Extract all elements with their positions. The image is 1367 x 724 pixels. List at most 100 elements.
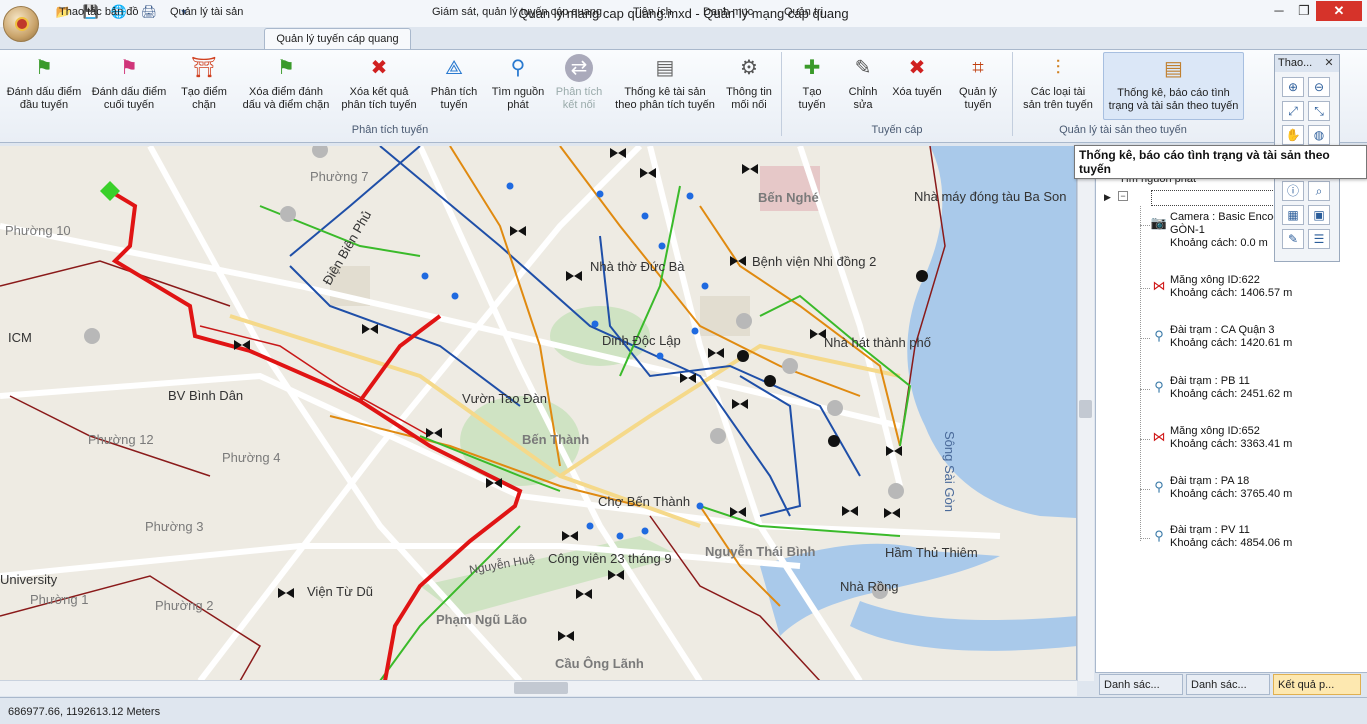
map-label: Nhà máy đóng tàu Ba Son (914, 189, 1067, 204)
app-logo-icon (15, 17, 29, 31)
pan-icon[interactable]: ✋ (1282, 125, 1304, 145)
map-label: Phường 12 (88, 432, 154, 447)
horizontal-scroll-thumb[interactable] (514, 682, 568, 694)
clear-selection-icon[interactable]: ▣ (1308, 205, 1330, 225)
panel-tab-danh-sach-2[interactable]: Danh sác... (1186, 674, 1270, 695)
minimize-button[interactable]: ─ (1268, 1, 1290, 21)
asset-types-icon: ⫶ (1055, 57, 1061, 79)
trace-route-button[interactable]: ⟁ Phân tích tuyến (424, 54, 484, 112)
attribute-table-icon[interactable]: ☰ (1308, 229, 1330, 249)
close-button[interactable]: ✕ (1316, 1, 1362, 21)
delete-route-icon: ✖ (908, 57, 926, 79)
edit-route-button[interactable]: ✎ Chỉnh sửa (840, 54, 886, 112)
mark-end-button[interactable]: ⚑ Đánh dấu điểm cuối tuyến (88, 54, 170, 112)
connection-icon: ⇄ (565, 54, 593, 82)
create-barrier-button[interactable]: ⛩ Tạo điểm chặn (172, 54, 236, 112)
antenna-icon: ⚲ (1154, 479, 1164, 494)
panel-tab-danh-sach-1[interactable]: Danh sác... (1099, 674, 1183, 695)
manage-route-button[interactable]: ⌗ Quản lý tuyến (950, 54, 1006, 112)
group-label-quan-ly-tai-san-theo-tuyen: Quản lý tài sản theo tuyến (1059, 124, 1187, 136)
map-label: Bến Nghé (758, 190, 819, 205)
route-asset-report-button[interactable]: ▤ Thống kê, báo cáo tình trạng và tài sản… (1103, 52, 1244, 120)
clear-trace-results-button[interactable]: ✖ Xóa kết quả phân tích tuyến (336, 54, 422, 112)
mark-start-button[interactable]: ⚑ Đánh dấu điểm đầu tuyến (2, 54, 86, 112)
map-label: Hầm Thủ Thiêm (885, 545, 978, 560)
report-icon: ▤ (655, 57, 675, 79)
tab-tien-ich[interactable]: Tiện ích (633, 3, 672, 22)
tab-giam-sat[interactable]: Giám sát, quản lý tuyến cáp quang (432, 3, 602, 22)
map-canvas[interactable]: Phường 7 Phường 10 Phường 12 Phường 4 Ph… (0, 146, 1077, 681)
tree-item-station-pv-11[interactable]: ⚲ Đài trạm : PV 11 Khoảng cách: 4854.06 m (1140, 524, 1340, 552)
full-extent-icon[interactable]: ⤢ (1282, 101, 1304, 121)
tree-collapse-icon[interactable]: − (1118, 191, 1128, 201)
zoom-in-icon[interactable]: ⊕ (1282, 77, 1304, 97)
map-label: Dinh Độc Lập (602, 333, 681, 348)
find-icon[interactable]: ⌕ (1308, 181, 1330, 201)
edit-note-icon[interactable]: ✎ (1282, 229, 1304, 249)
map-label: ICM (8, 330, 32, 345)
ribbon-separator (781, 52, 782, 136)
zoom-out-icon[interactable]: ⊖ (1308, 77, 1330, 97)
canal (850, 601, 1076, 651)
fixed-zoom-in-icon[interactable]: ⤡ (1308, 101, 1330, 121)
tab-quan-ly-tuyen-cap-quang[interactable]: Quản lý tuyến cáp quang (264, 28, 411, 50)
map-label: Phạm Ngũ Lão (436, 612, 527, 627)
report-document-icon: ▤ (1164, 58, 1183, 80)
map-label: Nhà thờ Đức Bà (590, 259, 685, 274)
tab-quan-tri[interactable]: Quản trị (784, 3, 823, 22)
map-label: Cầu Ông Lãnh (555, 656, 644, 671)
map-label: Chợ Bến Thành (598, 494, 690, 509)
asset-stats-button[interactable]: ▤ Thống kê tài sản theo phân tích tuyến (610, 54, 720, 112)
tree-item-splice-652[interactable]: ⋈ Măng xông ID:652 Khoảng cách: 3363.41 m (1140, 425, 1340, 453)
identify-icon[interactable]: ⓘ (1282, 181, 1304, 201)
status-bar (0, 697, 1367, 724)
app-menu-button[interactable] (3, 6, 39, 42)
connection-analysis-button[interactable]: ⇄ Phân tích kết nối (550, 54, 608, 112)
camera-icon: 📷 (1150, 215, 1168, 230)
barrier-icon: ⛩ (191, 57, 217, 79)
edit-icon: ✎ (854, 57, 872, 79)
splice-closure-icon: ⋈ (1152, 429, 1166, 444)
map-label: Nguyễn Thái Bình (705, 544, 816, 559)
panel-tab-ket-qua[interactable]: Kết quả p... (1273, 674, 1361, 695)
map-coordinates: 686977.66, 1192613.12 Meters (8, 706, 161, 718)
tab-quan-ly-tai-san[interactable]: Quản lý tài sản (170, 3, 243, 22)
row-selector-icon: ▶ (1104, 192, 1111, 202)
ribbon-separator (1012, 52, 1013, 136)
tab-thao-tac-ban-do[interactable]: Thao tác bản đồ (59, 3, 139, 22)
splice-info-button[interactable]: ⚙ Thông tin mối nối (722, 54, 776, 112)
tree-item-station-pb-11[interactable]: ⚲ Đài trạm : PB 11 Khoảng cách: 2451.62 m (1140, 375, 1340, 403)
antenna-icon: ⚲ (1154, 528, 1164, 543)
clear-marks-button[interactable]: ⚑ Xóa điểm đánh dấu và điểm chặn (238, 54, 334, 112)
tab-danh-muc[interactable]: Danh mục (703, 3, 753, 22)
map-label: Nhà Rồng (840, 579, 899, 594)
map-label: Nhà hát thành phố (824, 335, 931, 350)
tree-item-station-ca-quan-3[interactable]: ⚲ Đài trạm : CA Quận 3 Khoảng cách: 1420.… (1140, 324, 1340, 352)
map-label: Phường 4 (222, 450, 280, 465)
pink-flag-icon: ⚑ (120, 57, 138, 79)
antenna-icon: ⚲ (1154, 328, 1164, 343)
toolbox-close-icon[interactable]: ✕ (1322, 56, 1336, 70)
asset-types-button[interactable]: ⫶ Các loại tài sản trên tuyến (1018, 54, 1098, 112)
create-route-button[interactable]: ✚ Tạo tuyến (786, 54, 838, 112)
ribbon-tabbar (0, 27, 1367, 49)
map-label: Phường 7 (310, 169, 368, 184)
group-label-tuyen-cap: Tuyến cáp (871, 124, 923, 136)
tree-item-station-pa-18[interactable]: ⚲ Đài trạm : PA 18 Khoảng cách: 3765.40 m (1140, 475, 1340, 503)
find-source-button[interactable]: ⚲ Tìm nguồn phát (488, 54, 548, 112)
layer-icon[interactable]: ▦ (1282, 205, 1304, 225)
antenna-icon: ⚲ (1154, 379, 1164, 394)
network-analysis-icon: ⟁ (445, 57, 463, 79)
globe-icon[interactable]: ◍ (1308, 125, 1330, 145)
restore-button[interactable]: ❐ (1293, 1, 1315, 21)
tree-item-splice-622[interactable]: ⋈ Măng xông ID:622 Khoảng cách: 1406.57 m (1140, 274, 1340, 302)
map-label: Viện Từ Dũ (307, 584, 373, 599)
start-flag-icon (100, 181, 120, 201)
delete-network-icon: ✖ (370, 57, 388, 79)
map-label: Bệnh viện Nhi đồng 2 (752, 254, 876, 269)
vertical-scroll-thumb[interactable] (1079, 400, 1092, 418)
map-label: Phường 10 (5, 223, 71, 238)
map-view[interactable]: Phường 7 Phường 10 Phường 12 Phường 4 Ph… (0, 146, 1077, 681)
delete-route-button[interactable]: ✖ Xóa tuyến (888, 54, 946, 99)
ribbon-tooltip: Thống kê, báo cáo tình trạng và tài sản … (1074, 145, 1367, 179)
